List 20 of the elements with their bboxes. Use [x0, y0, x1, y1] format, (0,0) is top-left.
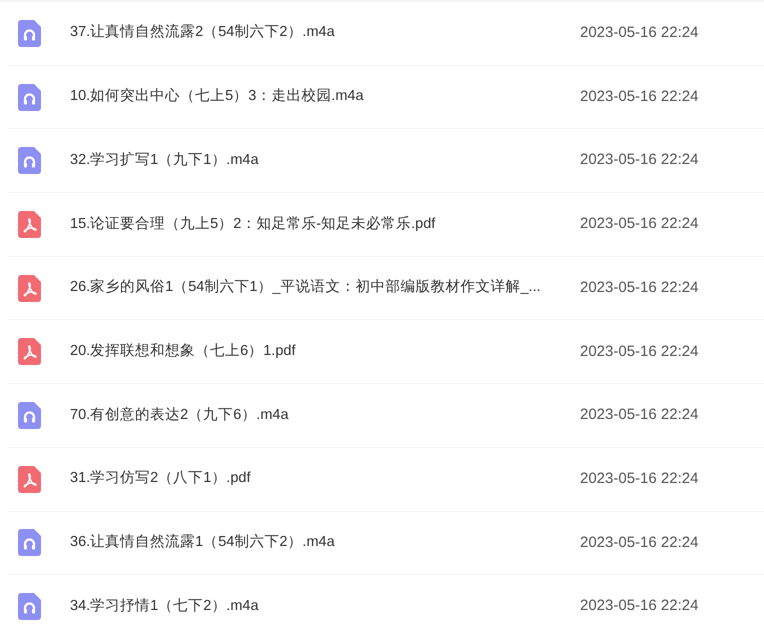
- modified-date: 2023-05-16 22:24: [580, 278, 700, 298]
- file-name[interactable]: 36.让真情自然流露1（54制六下2）.m4a: [70, 532, 580, 554]
- modified-date: 2023-05-16 22:24: [580, 150, 700, 170]
- file-name[interactable]: 32.学习扩写1（九下1）.m4a: [70, 150, 580, 172]
- file-name[interactable]: 70.有创意的表达2（九下6）.m4a: [70, 404, 580, 426]
- modified-date: 2023-05-16 22:24: [580, 405, 700, 426]
- modified-date: 2023-05-16 22:24: [580, 532, 700, 553]
- modified-date: 2023-05-16 22:24: [580, 23, 700, 44]
- modified-date: 2023-05-16 22:24: [580, 596, 700, 616]
- file-name[interactable]: 26.家乡的风俗1（54制六下1）_平说语文：初中部编版教材作文详解_...: [70, 277, 580, 299]
- modified-date: 2023-05-16 22:24: [580, 342, 700, 362]
- file-name[interactable]: 34.学习抒情1（七下2）.m4a: [70, 596, 580, 618]
- file-name[interactable]: 10.如何突出中心（七上5）3：走出校园.m4a: [70, 86, 580, 108]
- file-name[interactable]: 20.发挥联想和想象（七上6）1.pdf: [70, 340, 580, 363]
- modified-date: 2023-05-16 22:24: [580, 468, 700, 489]
- modified-date: 2023-05-16 22:24: [580, 214, 700, 234]
- file-name[interactable]: 31.学习仿写2（八下1）.pdf: [70, 468, 580, 490]
- file-name[interactable]: 15.论证要合理（九上5）2：知足常乐-知足未必常乐.pdf: [70, 214, 580, 236]
- file-name[interactable]: 37.让真情自然流露2（54制六下2）.m4a: [70, 22, 580, 44]
- modified-date: 2023-05-16 22:24: [580, 86, 700, 107]
